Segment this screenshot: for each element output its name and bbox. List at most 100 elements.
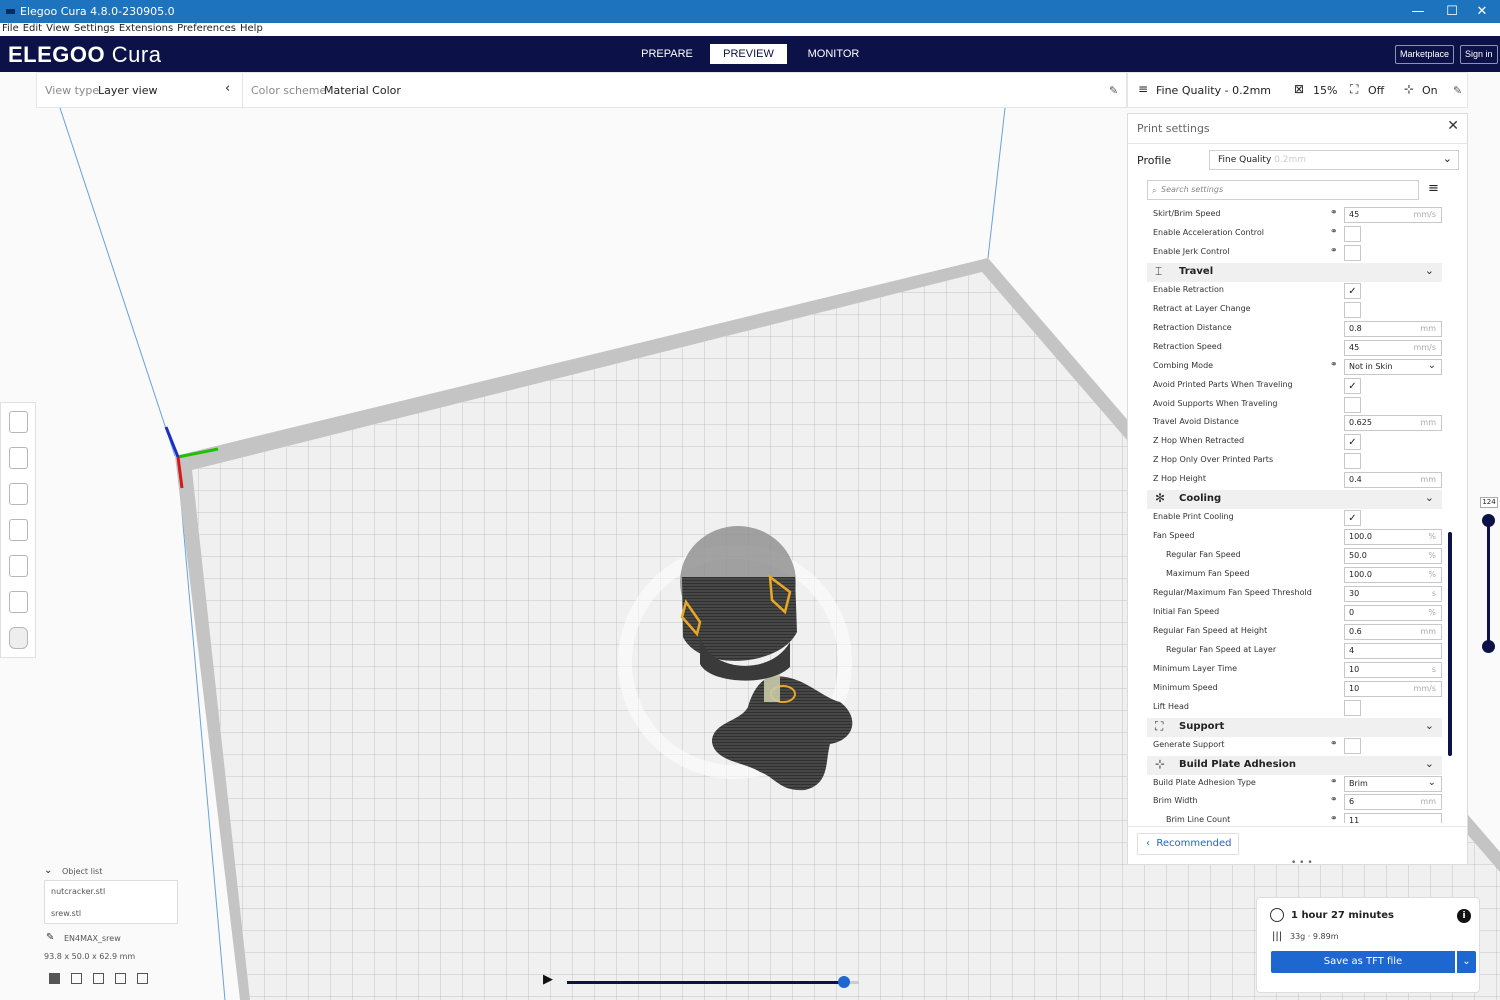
close-button[interactable]: ✕ [1464, 2, 1500, 21]
save-button[interactable]: Save as TFT file [1271, 951, 1455, 973]
setting-checkbox[interactable]: ✓ [1344, 510, 1361, 526]
3d-view-icon[interactable] [49, 973, 60, 984]
summary-support: Off [1368, 84, 1385, 97]
cylinder-tool-icon[interactable] [9, 627, 28, 649]
setting-checkbox[interactable] [1344, 738, 1361, 754]
setting-checkbox[interactable]: ✓ [1344, 283, 1361, 299]
move-tool-icon[interactable] [9, 411, 28, 433]
category-support[interactable]: ⛶ Support ⌄ [1147, 718, 1442, 737]
pencil-icon[interactable]: ✎ [1109, 84, 1118, 97]
settings-visibility-menu-icon[interactable]: ≡ [1428, 181, 1439, 196]
object-list-header[interactable]: Object list [62, 867, 102, 876]
setting-checkbox[interactable]: ✓ [1344, 378, 1361, 394]
setting-input[interactable]: 45 mm/s [1344, 340, 1442, 356]
simulation-thumb[interactable] [838, 976, 850, 988]
search-settings-input[interactable]: ⌕ Search settings [1147, 180, 1419, 200]
setting-input[interactable]: 6 mm [1344, 794, 1442, 810]
left-view-icon[interactable] [115, 973, 126, 984]
category-build-plate-adhesion[interactable]: ⊹ Build Plate Adhesion ⌄ [1147, 756, 1442, 775]
setting-checkbox[interactable] [1344, 302, 1361, 318]
layer-slider-bottom-handle[interactable] [1482, 640, 1495, 653]
color-scheme-select[interactable]: Material Color [324, 84, 401, 97]
collapse-chevron-icon[interactable]: ‹ [225, 81, 230, 96]
setting-input[interactable]: 0% [1344, 605, 1442, 621]
layer-slider-top-handle[interactable] [1482, 514, 1495, 527]
resize-handle-icon[interactable]: • • • [1291, 858, 1313, 868]
settings-list[interactable]: Skirt/Brim Speed ⚭ 45 mm/s Enable Accelerati… [1147, 206, 1443, 823]
setting-input[interactable]: 0.8 mm [1344, 321, 1442, 337]
tab-prepare[interactable]: PREPARE [630, 44, 704, 64]
close-icon[interactable]: ✕ [1447, 118, 1459, 134]
list-item[interactable]: nutcracker.stl [51, 887, 105, 896]
minimize-button[interactable]: — [1400, 2, 1436, 21]
edit-pencil-icon[interactable]: ✎ [1453, 84, 1462, 97]
chevron-down-icon: ⌄ [1427, 777, 1436, 788]
per-model-settings-icon[interactable] [9, 555, 28, 577]
category-travel[interactable]: ⌶ Travel ⌄ [1147, 263, 1442, 282]
menu-view[interactable]: View [46, 23, 70, 34]
setting-input[interactable]: 0.625 mm [1344, 415, 1442, 431]
setting-input[interactable]: 0.6 mm [1344, 624, 1442, 640]
simulation-track[interactable] [567, 981, 845, 984]
setting-input[interactable]: 10 mm/s [1344, 681, 1442, 697]
setting-label: Build Plate Adhesion Type [1153, 778, 1256, 787]
support-blocker-icon[interactable] [9, 591, 28, 613]
play-icon[interactable]: ▶ [543, 972, 553, 987]
setting-dropdown[interactable]: Not in Skin ⌄ [1344, 359, 1442, 375]
setting-input[interactable]: 30 s [1344, 586, 1442, 602]
marketplace-button[interactable]: Marketplace [1395, 45, 1455, 64]
menu-extensions[interactable]: Extensions [119, 23, 173, 34]
print-setup-summary[interactable]: ≡ Fine Quality - 0.2mm ⊠ 15% ⛶ Off ⊹ On … [1127, 72, 1468, 108]
tab-preview[interactable]: PREVIEW [710, 44, 787, 64]
top-view-icon[interactable] [93, 973, 104, 984]
pencil-icon[interactable]: ✎ [46, 932, 54, 943]
object-list-panel: ⌄ Object list nutcracker.stl srew.stl ✎ … [40, 865, 182, 990]
setting-input[interactable]: 100.0% [1344, 529, 1442, 545]
setting-input[interactable]: 100.0% [1344, 567, 1442, 583]
scale-tool-icon[interactable] [9, 447, 28, 469]
category-cooling[interactable]: ✻ Cooling ⌄ [1147, 490, 1442, 509]
setting-checkbox[interactable]: ✓ [1344, 434, 1361, 450]
setting-label: Retract at Layer Change [1153, 304, 1251, 313]
view-type-select[interactable]: Layer view [98, 84, 158, 97]
recommended-button[interactable]: ‹ Recommended [1137, 833, 1239, 855]
search-placeholder: Search settings [1161, 185, 1224, 194]
setting-checkbox[interactable] [1344, 397, 1361, 413]
layer-slider[interactable]: 124 [1480, 497, 1498, 657]
sign-in-button[interactable]: Sign in [1460, 45, 1498, 64]
setting-input[interactable]: 11 [1344, 813, 1442, 823]
rotate-tool-icon[interactable] [9, 483, 28, 505]
category-label: Support [1179, 721, 1225, 732]
settings-scrollbar[interactable] [1448, 532, 1452, 756]
setting-label: Z Hop Height [1153, 474, 1206, 483]
setting-input[interactable]: 4 [1344, 643, 1442, 659]
tab-monitor[interactable]: MONITOR [795, 44, 872, 64]
setting-dropdown[interactable]: Brim ⌄ [1344, 776, 1442, 792]
menu-settings[interactable]: Settings [74, 23, 115, 34]
setting-input[interactable]: 0.4 mm [1344, 472, 1442, 488]
menu-edit[interactable]: Edit [23, 23, 42, 34]
setting-input[interactable]: 10 s [1344, 662, 1442, 678]
setting-input[interactable]: 45 mm/s [1344, 207, 1442, 223]
chevron-down-icon[interactable]: ⌄ [44, 865, 52, 876]
menu-preferences[interactable]: Preferences [177, 23, 236, 34]
menu-file[interactable]: File [2, 23, 19, 34]
setting-regular-fan-speed: Regular Fan Speed 50.0% [1147, 547, 1443, 566]
setting-value: 0.4 [1349, 475, 1362, 484]
setting-input[interactable]: 50.0% [1344, 548, 1442, 564]
right-view-icon[interactable] [137, 973, 148, 984]
setting-checkbox[interactable] [1344, 226, 1361, 242]
job-name[interactable]: EN4MAX_srew [64, 934, 121, 943]
chevron-down-icon[interactable]: ⌄ [1457, 951, 1476, 973]
setting-label: Brim Width [1153, 796, 1198, 805]
info-icon[interactable]: i [1457, 909, 1471, 923]
setting-checkbox[interactable] [1344, 245, 1361, 261]
layer-number[interactable]: 124 [1480, 497, 1498, 508]
menu-help[interactable]: Help [240, 23, 263, 34]
front-view-icon[interactable] [71, 973, 82, 984]
setting-checkbox[interactable] [1344, 453, 1361, 469]
setting-checkbox[interactable] [1344, 700, 1361, 716]
profile-dropdown[interactable]: Fine Quality 0.2mm ⌄ [1209, 150, 1459, 170]
mirror-tool-icon[interactable] [9, 519, 28, 541]
list-item[interactable]: srew.stl [51, 909, 81, 918]
